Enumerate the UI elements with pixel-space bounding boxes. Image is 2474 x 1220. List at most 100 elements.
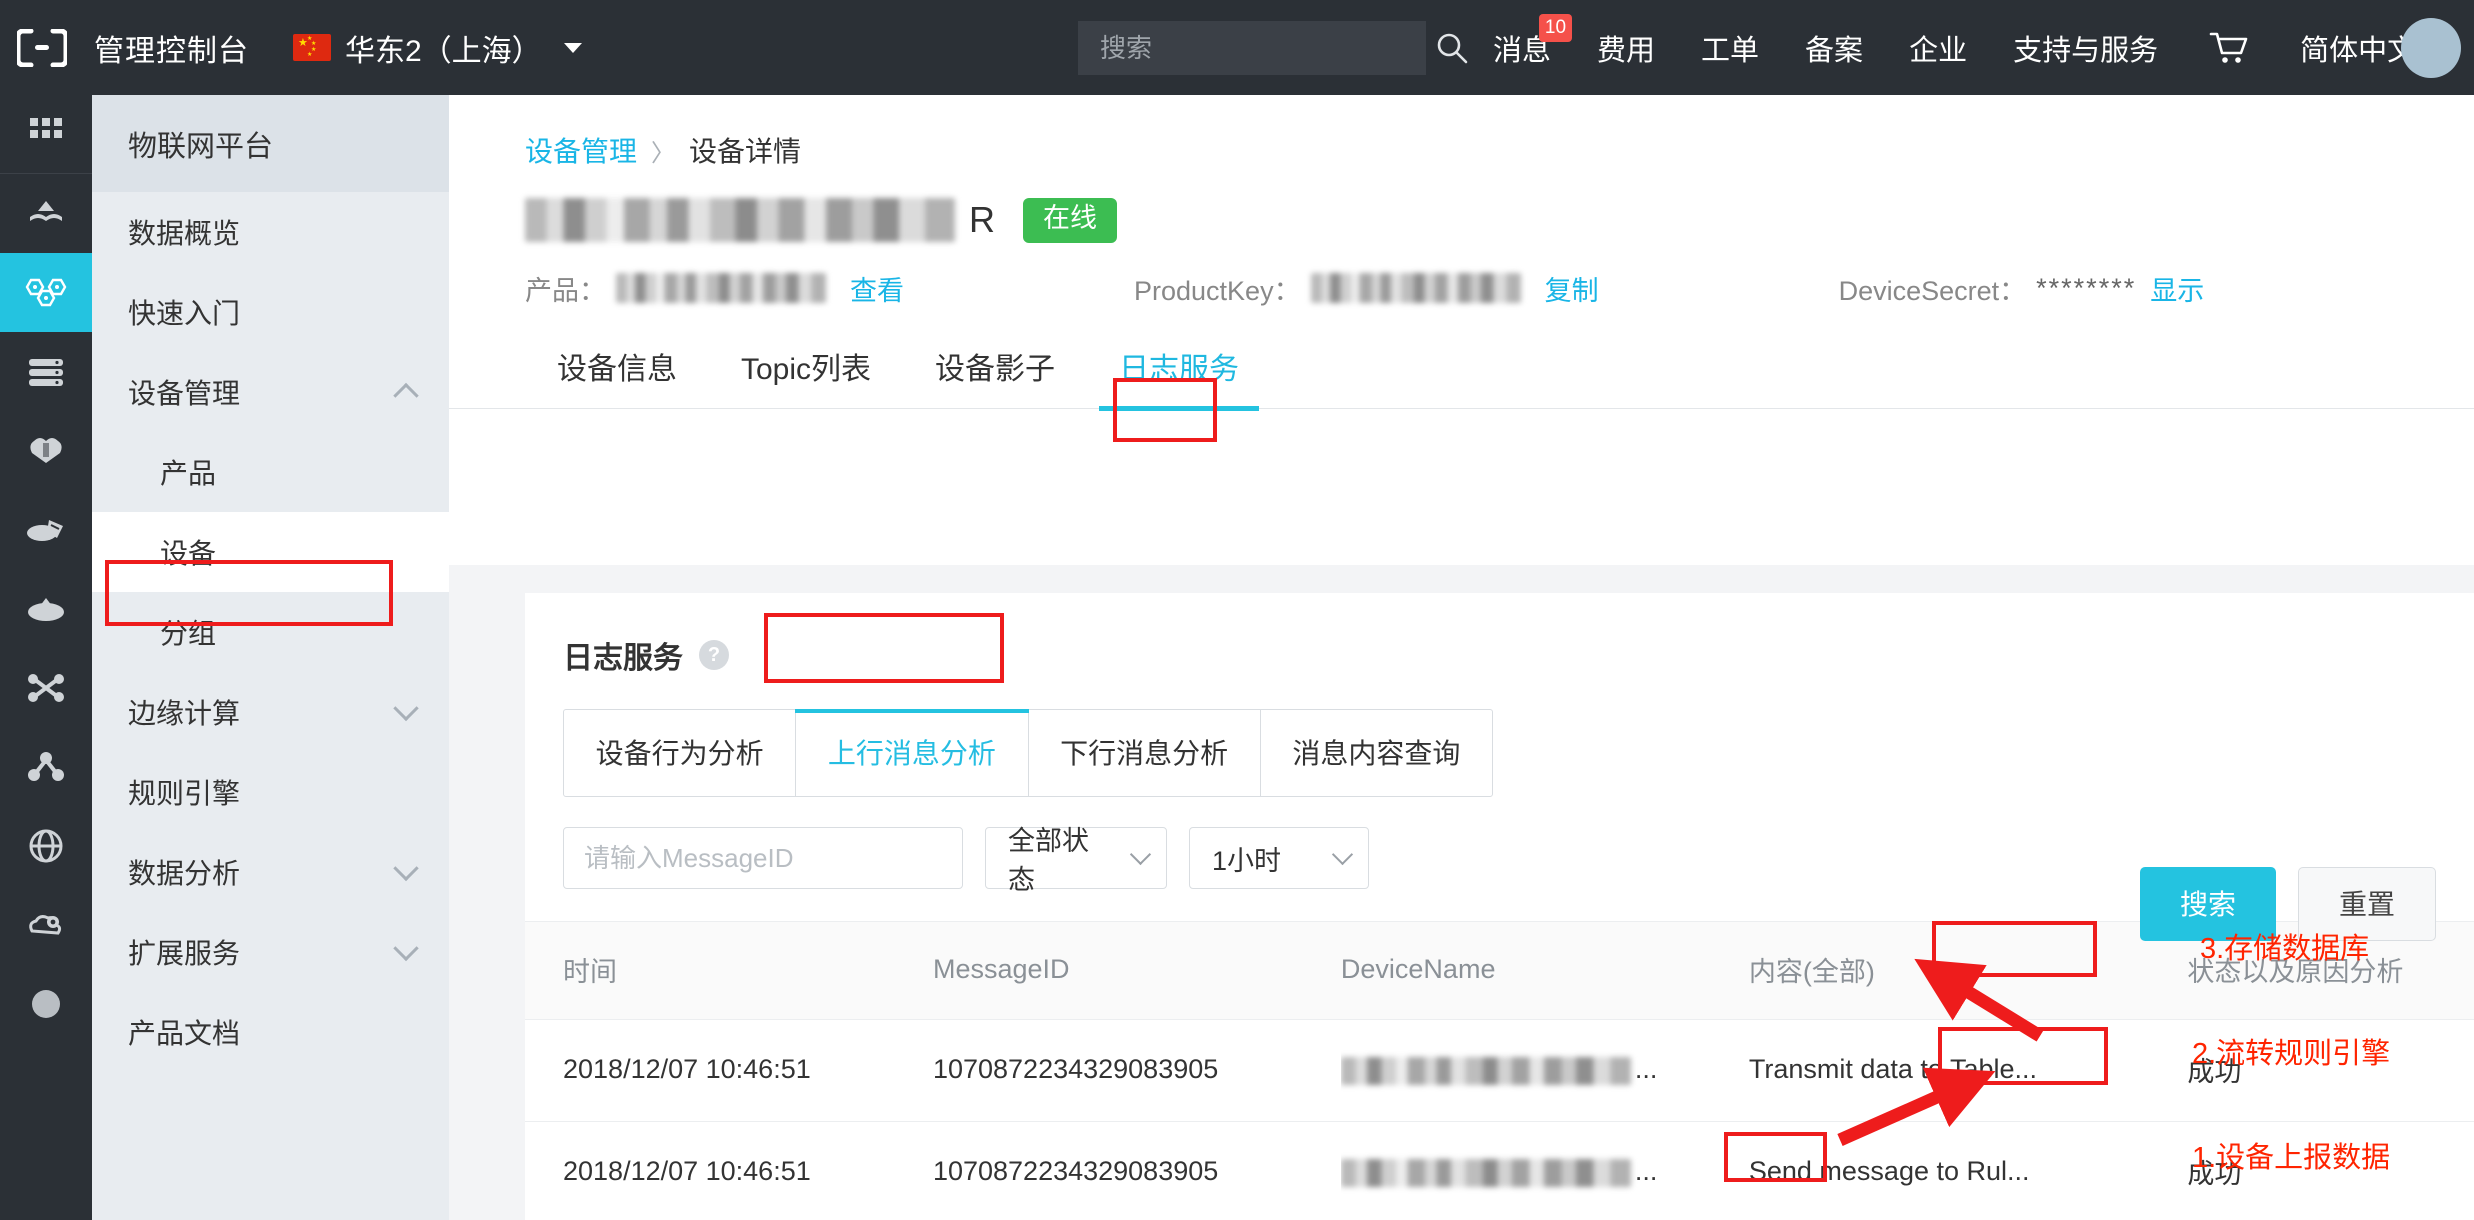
dot-circle-icon[interactable] (0, 964, 92, 1043)
cloud-shield-icon[interactable] (0, 411, 92, 490)
sidebar-item-devices[interactable]: 设备 (92, 512, 449, 592)
chevron-down-icon (393, 935, 419, 962)
cloud-storage-icon[interactable] (0, 490, 92, 569)
devicesecret-show-link[interactable]: 显示 (2150, 269, 2204, 308)
sidebar-item-product-docs[interactable]: 产品文档 (92, 992, 449, 1072)
filter-actions: 搜索 重置 (2139, 867, 2436, 941)
sidebar-label-product-docs: 产品文档 (128, 1018, 241, 1049)
devicename-ellipsis: ... (1634, 1054, 1658, 1084)
nav-item-icp[interactable]: 备案 (1782, 0, 1886, 95)
sidebar-label-quick-start: 快速入门 (128, 298, 241, 329)
device-name-masked (525, 198, 955, 243)
sidebar-label-device-management: 设备管理 (128, 378, 241, 409)
region-label: 华东2（上海） (345, 34, 542, 68)
device-meta-row: 产品： 查看 ProductKey： 复制 DeviceSecret： ****… (449, 243, 2474, 308)
sidebar-item-products[interactable]: 产品 (92, 432, 449, 512)
console-logo-icon[interactable] (16, 28, 68, 68)
region-selector[interactable]: ★ ★ ★ ★ ★ 华东2（上海） (293, 26, 582, 70)
nodes-cross-icon[interactable] (0, 648, 92, 727)
tab-log-service[interactable]: 日志服务 (1087, 344, 1271, 411)
subtab-device-behavior[interactable]: 设备行为分析 (564, 710, 797, 796)
status-select[interactable]: 全部状态 (985, 826, 1167, 895)
sidebar-item-device-management[interactable]: 设备管理 (92, 352, 449, 432)
sidebar-item-edge-computing[interactable]: 边缘计算 (92, 672, 449, 752)
time-range-value: 1小时 (1212, 845, 1282, 876)
breadcrumb: 设备管理 〉 设备详情 (449, 95, 2474, 170)
search-icon[interactable] (1435, 21, 1469, 75)
main-content: 设备管理 〉 设备详情 R 在线 产品： 查看 ProductKey： 复制 D… (449, 95, 2474, 1220)
nav-item-enterprise[interactable]: 企业 (1886, 0, 1990, 95)
table-row[interactable]: 2018/12/07 10:46:51 1070872234329083905 … (525, 1121, 2474, 1220)
sidebar-item-groups[interactable]: 分组 (92, 592, 449, 672)
product-view-link[interactable]: 查看 (850, 269, 904, 308)
sidebar-item-data-analysis[interactable]: 数据分析 (92, 832, 449, 912)
tab-label-log-service: 日志服务 (1119, 352, 1240, 386)
nav-item-support[interactable]: 支持与服务 (1990, 0, 2181, 95)
subtab-message-content-query[interactable]: 消息内容查询 (1261, 710, 1492, 796)
tab-device-shadow[interactable]: 设备影子 (903, 344, 1087, 408)
devicename-masked (1340, 1056, 1631, 1085)
table-row[interactable]: 2018/12/07 10:46:51 1070872234329083905 … (525, 1019, 2474, 1122)
cloud-gear-icon[interactable] (0, 885, 92, 964)
search-button[interactable]: 搜索 (2139, 867, 2276, 941)
iot-hexagon-icon[interactable] (0, 253, 92, 332)
sidebar-item-rule-engine[interactable]: 规则引擎 (92, 752, 449, 832)
global-search[interactable] (1078, 21, 1468, 75)
sidebar-item-quick-start[interactable]: 快速入门 (92, 272, 449, 352)
nav-item-billing[interactable]: 费用 (1574, 0, 1678, 95)
chevron-down-icon (1331, 843, 1354, 865)
tab-device-info[interactable]: 设备信息 (525, 344, 709, 408)
sidebar-item-data-overview[interactable]: 数据概览 (92, 192, 449, 272)
cloud-upload-icon[interactable] (0, 569, 92, 648)
chevron-down-icon (1129, 843, 1152, 865)
grid-apps-icon[interactable] (0, 95, 92, 174)
subtab-label-uplink-message: 上行消息分析 (827, 738, 996, 769)
subtab-uplink-message[interactable]: 上行消息分析 (795, 709, 1029, 796)
nav-label-tickets: 工单 (1701, 34, 1760, 67)
breadcrumb-current: 设备详情 (689, 136, 802, 167)
detail-tabs: 设备信息 Topic列表 设备影子 日志服务 (449, 344, 2474, 411)
globe-icon[interactable] (0, 806, 92, 885)
subtab-label-downlink-message: 下行消息分析 (1060, 738, 1229, 769)
sidebar-label-edge-computing: 边缘计算 (128, 698, 241, 729)
log-table: 时间 MessageID DeviceName 内容(全部) 状态以及原因分析 … (525, 921, 2474, 1220)
log-subtabs: 设备行为分析 上行消息分析 下行消息分析 消息内容查询 (563, 709, 1493, 797)
subtab-downlink-message[interactable]: 下行消息分析 (1029, 710, 1261, 796)
subtab-label-device-behavior: 设备行为分析 (595, 738, 764, 769)
devicename-masked (1340, 1158, 1631, 1187)
nav-item-messages[interactable]: 消息 10 (1470, 0, 1574, 95)
tab-topic-list[interactable]: Topic列表 (709, 344, 903, 408)
messageid-input[interactable] (563, 827, 963, 889)
productkey-copy-link[interactable]: 复制 (1545, 269, 1599, 308)
nav-label-icp: 备案 (1805, 34, 1864, 67)
time-range-select[interactable]: 1小时 (1189, 827, 1369, 889)
nav-label-enterprise: 企业 (1909, 34, 1968, 67)
chevron-down-icon (393, 695, 419, 722)
database-stack-icon[interactable] (0, 332, 92, 411)
question-mark-icon[interactable]: ? (699, 640, 729, 670)
search-input[interactable] (1078, 21, 1435, 75)
china-flag-icon: ★ ★ ★ ★ ★ (293, 34, 331, 61)
breadcrumb-parent[interactable]: 设备管理 (525, 130, 637, 170)
cell-content: Send message to Rul... (1748, 1121, 2188, 1220)
status-badge: 在线 (1023, 198, 1117, 243)
nav-item-tickets[interactable]: 工单 (1678, 0, 1782, 95)
sidebar-item-extended-services[interactable]: 扩展服务 (92, 912, 449, 992)
cell-content: Transmit data to Table... (1748, 1019, 2188, 1122)
user-avatar-icon[interactable] (2401, 18, 2462, 78)
product-label: 产品： (525, 275, 606, 306)
cloud-network-icon[interactable] (0, 174, 92, 253)
header-devicename: DeviceName (1340, 921, 1749, 1020)
shopping-cart-icon[interactable] (2181, 0, 2277, 95)
chevron-down-icon (393, 855, 419, 882)
nav-label-support: 支持与服务 (2013, 34, 2159, 67)
log-service-panel: 日志服务 ? 设备行为分析 上行消息分析 下行消息分析 消息内容查询 全部状态 (525, 593, 2474, 1220)
caret-down-icon (563, 42, 582, 53)
console-title: 管理控制台 (94, 34, 249, 68)
log-table-body: 2018/12/07 10:46:51 1070872234329083905 … (525, 1019, 2474, 1220)
chevron-up-icon (393, 382, 419, 409)
reset-button[interactable]: 重置 (2297, 867, 2436, 941)
share-nodes-icon[interactable] (0, 727, 92, 806)
tab-label-topic-list: Topic列表 (741, 352, 872, 386)
header-time: 时间 (525, 921, 933, 1020)
